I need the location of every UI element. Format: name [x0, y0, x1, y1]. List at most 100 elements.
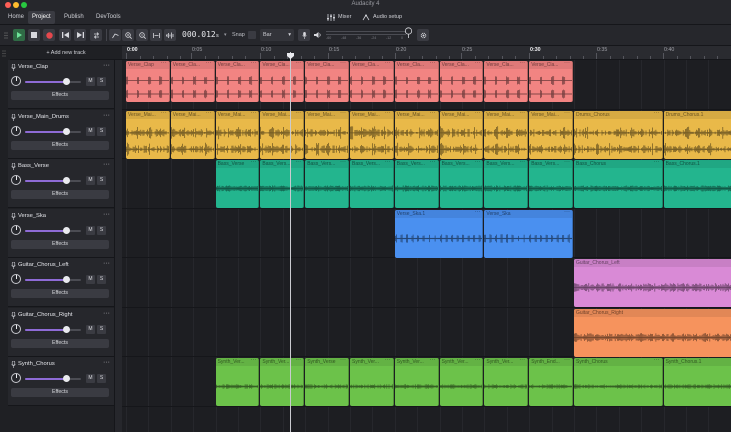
clip-menu-icon[interactable]: ···: [519, 61, 525, 66]
track-header-resize-handle[interactable]: [114, 60, 122, 432]
clip-header[interactable]: Verse_Cla... ···: [260, 61, 304, 69]
audio-clip[interactable]: Verse_Cla... ···: [484, 61, 529, 102]
volume-slider[interactable]: [25, 226, 81, 234]
clip-header[interactable]: Bass_Vers... ···: [529, 160, 572, 168]
audio-clip[interactable]: Bass_Chorus.1···: [663, 160, 731, 208]
clip-header[interactable]: Synth_Chorus ···: [574, 358, 662, 366]
clip-header[interactable]: Bass_Vers... ···: [439, 160, 483, 168]
mute-button[interactable]: M: [86, 324, 95, 334]
audio-clip[interactable]: Verse_Ska.1 ···: [394, 209, 484, 258]
audio-setup-button[interactable]: Audio setup: [362, 11, 402, 24]
record-meter-button[interactable]: [298, 29, 310, 41]
timeline-ruler[interactable]: 0:00 0:05 0:10 0:15 0:20 0:25 0:30 0:35 0:40: [122, 46, 731, 60]
audio-clip[interactable]: Verse_Mai... ···: [394, 110, 439, 159]
tab-publish[interactable]: Publish: [60, 11, 88, 24]
clip-header[interactable]: Verse_Cla... ···: [305, 61, 348, 69]
clip-menu-icon[interactable]: ···: [385, 160, 391, 165]
clip-header[interactable]: Verse_Clap ···: [126, 61, 169, 69]
clip-header[interactable]: Synth_Ver... ···: [394, 358, 438, 366]
clip-header[interactable]: Guitar_Chorus_Right···: [574, 308, 731, 317]
mute-button[interactable]: M: [86, 374, 95, 383]
audio-clip[interactable]: Synth_Verse ···: [305, 358, 349, 406]
clip-menu-icon[interactable]: ···: [340, 160, 346, 165]
track-name[interactable]: Verse_Clap: [18, 64, 48, 70]
audio-clip[interactable]: Synth_Ver... ···: [394, 358, 439, 406]
pan-knob[interactable]: [11, 274, 21, 284]
audio-clip[interactable]: Bass_Vers... ···: [529, 160, 573, 208]
track-menu-icon[interactable]: ···: [103, 112, 110, 119]
volume-slider[interactable]: [25, 375, 81, 382]
audio-clip[interactable]: Verse_Ska ···: [484, 209, 573, 258]
clip-menu-icon[interactable]: ···: [430, 111, 436, 116]
add-new-track-button[interactable]: + Add new track: [10, 46, 122, 60]
audio-clip[interactable]: Verse_Mai... ···: [170, 110, 215, 159]
audio-clip[interactable]: Synth_End... ···: [529, 358, 573, 406]
fit-project-button[interactable]: [164, 29, 176, 41]
skip-to-end-button[interactable]: [74, 29, 86, 41]
effects-button[interactable]: Effects: [11, 338, 109, 348]
tracks-area[interactable]: Verse_Clap ··· Verse_Cla... ··· Verse_Cla...…: [122, 60, 731, 432]
clip-header[interactable]: Verse_Cla... ···: [215, 61, 259, 69]
pan-knob[interactable]: [11, 323, 21, 334]
track-name[interactable]: Guitar_Chorus_Right: [18, 312, 72, 318]
solo-button[interactable]: S: [97, 225, 106, 235]
clip-menu-icon[interactable]: ···: [161, 61, 167, 66]
audio-clip[interactable]: Verse_Mai... ···: [439, 110, 484, 159]
clip-header[interactable]: Synth_Ver... ···: [215, 358, 259, 366]
solo-button[interactable]: S: [97, 77, 106, 86]
clip-menu-icon[interactable]: ···: [474, 210, 480, 215]
clip-menu-icon[interactable]: ···: [340, 358, 346, 363]
pan-knob[interactable]: [11, 175, 21, 185]
clip-menu-icon[interactable]: ···: [250, 111, 256, 116]
mute-button[interactable]: M: [86, 126, 95, 136]
effects-button[interactable]: Effects: [11, 140, 109, 150]
effects-button[interactable]: Effects: [11, 239, 109, 249]
clip-header[interactable]: Verse_Mai... ···: [529, 110, 572, 119]
effects-button[interactable]: Effects: [11, 388, 109, 397]
mixer-button[interactable]: Mixer: [327, 11, 351, 24]
clip-header[interactable]: Bass_Vers... ···: [484, 160, 528, 168]
clip-header[interactable]: Synth_Ver... ···: [484, 358, 528, 366]
track-menu-icon[interactable]: ···: [103, 260, 110, 267]
track-menu-icon[interactable]: ···: [103, 211, 110, 218]
track-name[interactable]: Bass_Verse: [18, 163, 49, 169]
track-header[interactable]: Bass_Verse ··· M S Effects: [8, 159, 114, 208]
clip-menu-icon[interactable]: ···: [385, 358, 391, 363]
solo-button[interactable]: S: [97, 275, 106, 284]
clip-header[interactable]: Synth_Ver... ···: [260, 358, 304, 366]
clip-menu-icon[interactable]: ···: [654, 111, 660, 116]
pan-knob[interactable]: [11, 373, 21, 383]
clip-menu-icon[interactable]: ···: [654, 358, 660, 363]
audio-clip[interactable]: Guitar_Chorus_Right···: [574, 308, 731, 357]
track-header[interactable]: Verse_Main_Drums ··· M S Effects: [8, 109, 114, 159]
clip-header[interactable]: Bass_Vers... ···: [260, 160, 304, 168]
track-header[interactable]: Synth_Chorus ··· M S Effects: [8, 357, 114, 406]
clip-header[interactable]: Verse_Mai... ···: [394, 110, 438, 119]
clip-header[interactable]: Bass_Chorus ···: [574, 160, 662, 168]
settings-button[interactable]: [417, 29, 429, 41]
clip-header[interactable]: Synth_End... ···: [529, 358, 572, 366]
envelope-tool-button[interactable]: [109, 29, 121, 41]
snap-checkbox[interactable]: [248, 31, 256, 39]
clip-header[interactable]: Verse_Mai... ···: [126, 110, 169, 119]
loop-button[interactable]: [90, 29, 102, 41]
audio-clip[interactable]: Verse_Mai... ···: [484, 110, 529, 159]
track-name[interactable]: Guitar_Chorus_Left: [18, 262, 69, 268]
tab-project[interactable]: Project: [28, 11, 55, 24]
audio-clip[interactable]: Verse_Cla... ···: [529, 61, 573, 102]
clip-menu-icon[interactable]: ···: [295, 111, 301, 116]
volume-slider[interactable]: [25, 78, 81, 85]
volume-slider[interactable]: [25, 177, 81, 184]
mute-button[interactable]: M: [86, 77, 95, 86]
clip-menu-icon[interactable]: ···: [474, 358, 480, 363]
clip-menu-icon[interactable]: ···: [250, 358, 256, 363]
clip-header[interactable]: Verse_Cla... ···: [394, 61, 438, 69]
drag-grip-icon[interactable]: [2, 50, 6, 57]
clip-header[interactable]: Verse_Cla... ···: [529, 61, 572, 69]
clip-header[interactable]: Bass_Chorus.1···: [663, 160, 731, 168]
audio-clip[interactable]: Verse_Clap ···: [126, 61, 170, 102]
volume-slider-thumb[interactable]: [63, 127, 71, 135]
clip-header[interactable]: Verse_Mai... ···: [260, 110, 304, 119]
audio-clip[interactable]: Verse_Cla... ···: [260, 61, 305, 102]
clip-menu-icon[interactable]: ···: [654, 160, 660, 165]
